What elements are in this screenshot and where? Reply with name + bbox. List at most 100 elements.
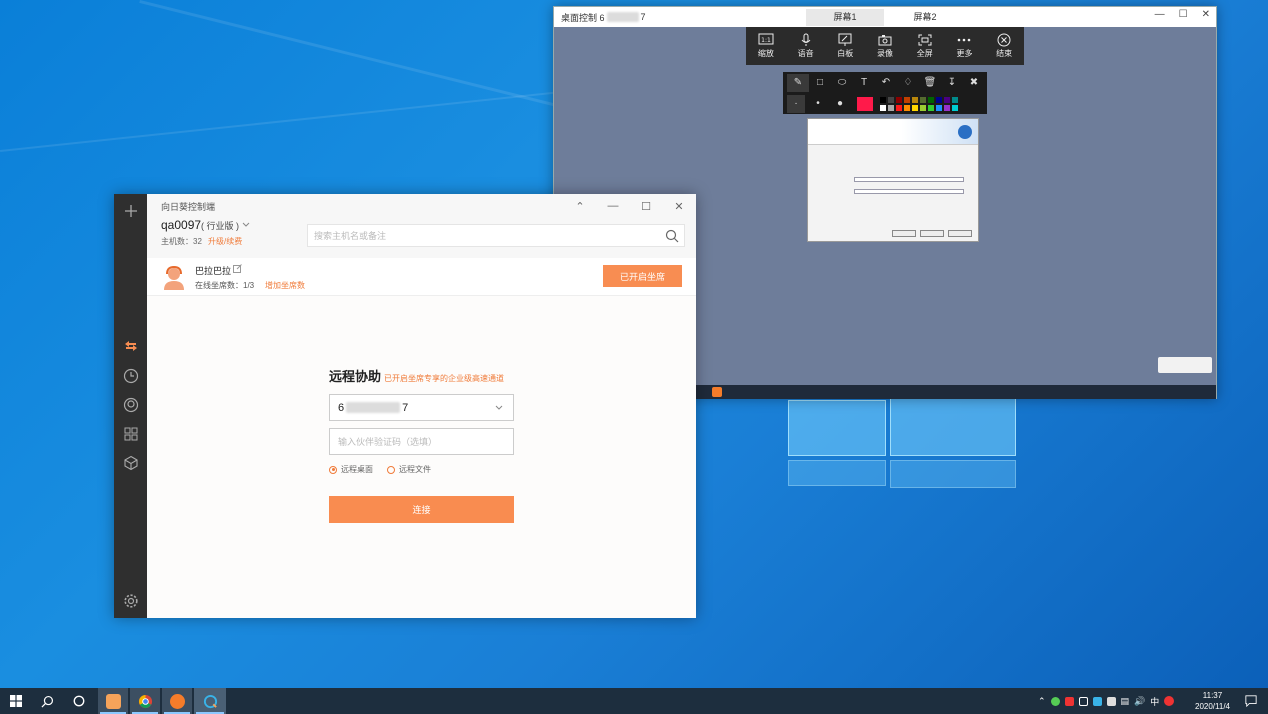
- maximize-icon[interactable]: ☐: [1179, 9, 1188, 20]
- search-icon[interactable]: [32, 688, 62, 714]
- color-swatch[interactable]: [904, 104, 910, 111]
- maximize-icon[interactable]: ☐: [639, 199, 653, 213]
- network-icon[interactable]: ▤: [1121, 696, 1130, 707]
- cortana-icon[interactable]: [64, 688, 94, 714]
- undo-icon[interactable]: ↶: [875, 74, 897, 92]
- add-seat-link[interactable]: 增加坐席数: [265, 280, 305, 291]
- radio-remote-desktop[interactable]: 远程桌面: [329, 464, 373, 475]
- brush-size-small[interactable]: ·: [787, 94, 805, 113]
- color-palette: [879, 96, 959, 112]
- chevron-down-icon[interactable]: [241, 220, 251, 230]
- color-swatch[interactable]: [944, 104, 950, 111]
- color-swatch[interactable]: [904, 96, 910, 103]
- color-swatch[interactable]: [880, 104, 886, 111]
- color-swatch[interactable]: [952, 96, 958, 103]
- zoom-button[interactable]: 1:1 缩放: [746, 27, 786, 65]
- close-icon[interactable]: ✕: [1202, 9, 1210, 20]
- brush-size-medium[interactable]: •: [809, 95, 827, 113]
- system-tray: ⌃ ▤ 🔊 中: [1038, 688, 1175, 714]
- add-icon[interactable]: [122, 202, 139, 219]
- color-swatch[interactable]: [928, 104, 934, 111]
- apps-grid-icon[interactable]: [122, 425, 139, 442]
- chevron-down-icon[interactable]: [494, 403, 504, 413]
- download-icon[interactable]: ↧: [941, 74, 963, 92]
- fullscreen-button[interactable]: 全屏: [905, 27, 945, 65]
- ellipse-icon[interactable]: ⬭: [831, 74, 853, 92]
- color-swatch[interactable]: [920, 96, 926, 103]
- award-icon[interactable]: [122, 396, 139, 413]
- windows-taskbar: ⌃ ▤ 🔊 中 11:37 2020/11/4: [0, 688, 1268, 714]
- upgrade-link[interactable]: 升级/续费: [208, 236, 242, 247]
- remote-window-title: 桌面控制 6 7: [561, 12, 646, 23]
- windows-wallpaper-logo: [788, 398, 1018, 488]
- taskbar-clock[interactable]: 11:37 2020/11/4: [1195, 690, 1230, 712]
- minimize-icon[interactable]: —: [606, 199, 620, 213]
- color-swatch[interactable]: [888, 96, 894, 103]
- whiteboard-button[interactable]: 白板: [825, 27, 865, 65]
- tray-app-icon[interactable]: [1050, 696, 1060, 706]
- device-id-select[interactable]: 6 7: [329, 394, 514, 421]
- close-icon[interactable]: ✕: [672, 199, 686, 213]
- color-swatch[interactable]: [912, 96, 918, 103]
- remote-assist-icon[interactable]: [122, 337, 139, 354]
- windows-start-icon[interactable]: [1, 688, 31, 714]
- search-input[interactable]: [308, 225, 648, 246]
- tray-app-icon[interactable]: [1106, 696, 1116, 706]
- pen-icon[interactable]: ✎: [787, 73, 809, 92]
- online-seat-count: 在线坐席数：1/3: [195, 281, 255, 290]
- eraser-icon[interactable]: ♢: [897, 74, 919, 92]
- rectangle-icon[interactable]: □: [809, 74, 831, 92]
- color-swatch[interactable]: [952, 104, 958, 111]
- verification-code-input[interactable]: [330, 429, 513, 454]
- minimize-icon[interactable]: —: [1155, 9, 1165, 20]
- sunlogin-client-icon[interactable]: [162, 688, 192, 714]
- fullscreen-icon: [918, 34, 932, 46]
- tray-app-icon[interactable]: [1078, 696, 1088, 706]
- history-clock-icon[interactable]: [122, 367, 139, 384]
- cube-icon[interactable]: [122, 454, 139, 471]
- sogou-ime-icon[interactable]: [1164, 696, 1175, 706]
- selected-color-swatch[interactable]: [857, 96, 873, 111]
- sunlogin-control-icon[interactable]: [194, 688, 226, 714]
- connect-button[interactable]: 连接: [329, 496, 514, 523]
- notification-center-icon[interactable]: [1236, 688, 1266, 714]
- color-swatch[interactable]: [944, 96, 950, 103]
- seat-enabled-button[interactable]: 已开启坐席: [603, 265, 682, 287]
- voice-button[interactable]: 语音: [786, 27, 826, 65]
- remote-app-icon: [712, 387, 722, 397]
- color-swatch[interactable]: [896, 96, 902, 103]
- volume-icon[interactable]: 🔊: [1134, 696, 1145, 707]
- camera-icon: [878, 35, 892, 46]
- color-swatch[interactable]: [920, 104, 926, 111]
- taskbar-app-store-icon[interactable]: [98, 688, 128, 714]
- gear-icon[interactable]: [122, 592, 139, 609]
- tab-screen-1[interactable]: 屏幕1: [806, 9, 884, 26]
- chevron-up-icon[interactable]: ⌃: [1038, 696, 1046, 707]
- remote-toolbar: 1:1 缩放 语音 白板 录像 全屏 更多 结束: [746, 27, 1024, 65]
- more-button[interactable]: 更多: [945, 27, 985, 65]
- brush-size-large[interactable]: ●: [831, 95, 849, 113]
- color-swatch[interactable]: [880, 96, 886, 103]
- radio-remote-file[interactable]: 远程文件: [387, 464, 431, 475]
- tray-app-icon[interactable]: [1092, 696, 1102, 706]
- color-swatch[interactable]: [896, 104, 902, 111]
- end-session-button[interactable]: 结束: [984, 27, 1024, 65]
- color-swatch[interactable]: [936, 96, 942, 103]
- color-swatch[interactable]: [928, 96, 934, 103]
- color-swatch[interactable]: [936, 104, 942, 111]
- input-language-indicator[interactable]: 中: [1150, 695, 1159, 708]
- edit-icon[interactable]: [233, 264, 242, 273]
- collapse-icon[interactable]: ⌃: [573, 199, 587, 213]
- trash-icon[interactable]: 🗑: [919, 74, 941, 92]
- chrome-icon[interactable]: [130, 688, 160, 714]
- text-icon[interactable]: T: [853, 74, 875, 92]
- close-icon[interactable]: ✖: [963, 74, 985, 92]
- zoom-1to1-icon: 1:1: [758, 33, 774, 45]
- search-icon[interactable]: [665, 229, 679, 243]
- record-button[interactable]: 录像: [865, 27, 905, 65]
- color-swatch[interactable]: [912, 104, 918, 111]
- color-swatch[interactable]: [888, 104, 894, 111]
- tab-screen-2[interactable]: 屏幕2: [886, 9, 964, 26]
- account-name[interactable]: qa0097( 行业版 ): [161, 218, 239, 232]
- tray-app-icon[interactable]: [1064, 696, 1074, 706]
